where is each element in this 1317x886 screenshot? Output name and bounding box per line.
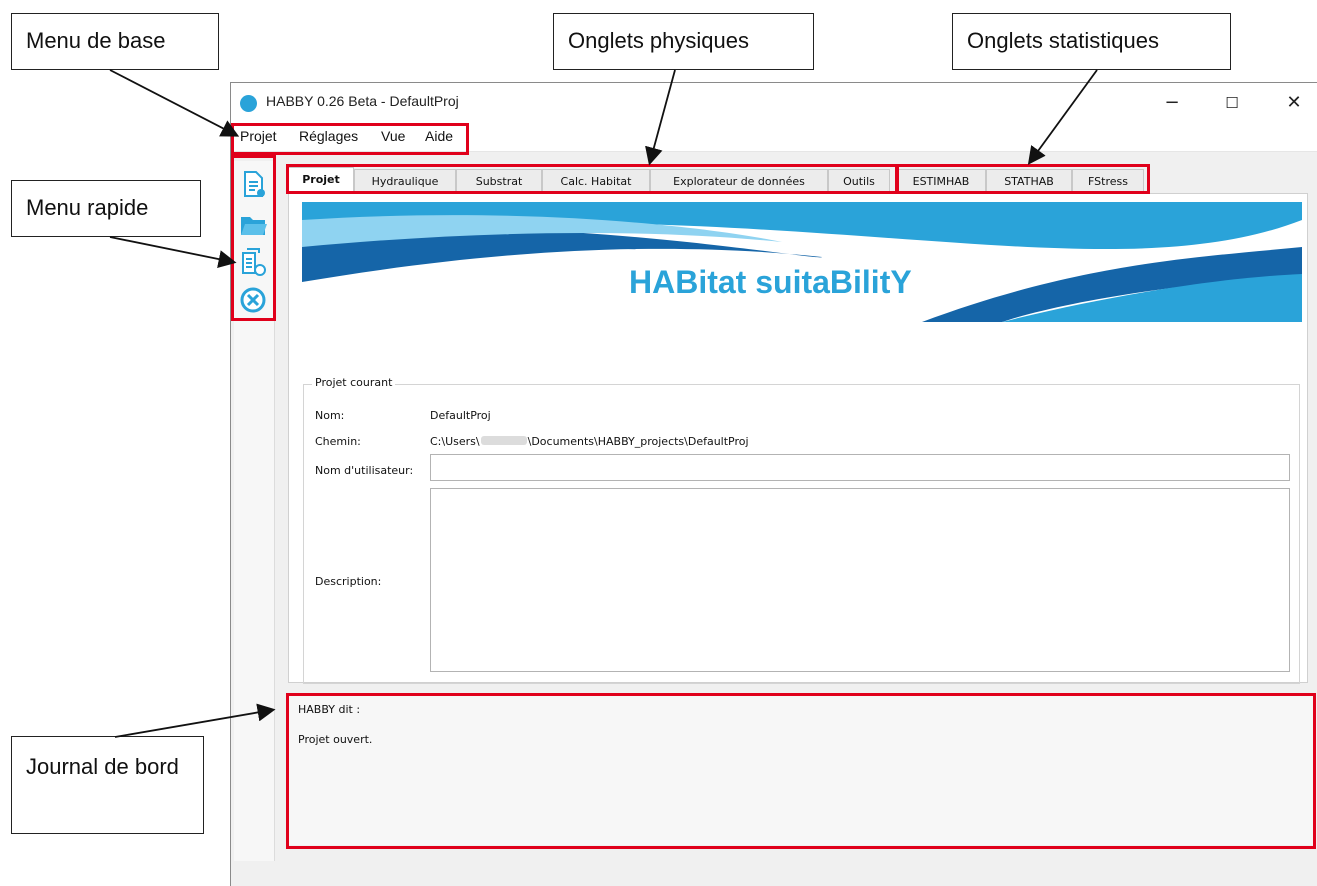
nom-utilisateur-input[interactable]	[430, 454, 1290, 481]
menu-bar: Projet Réglages Vue Aide	[231, 123, 1317, 152]
tab-projet[interactable]: Projet	[288, 167, 354, 193]
callout-journal-de-bord: Journal de bord	[11, 736, 204, 834]
callout-onglets-physiques: Onglets physiques	[553, 13, 814, 70]
chemin-value-end: \Documents\HABBY_projects\DefaultProj	[527, 435, 749, 448]
menu-reglages[interactable]: Réglages	[299, 128, 358, 144]
quick-menu	[234, 161, 275, 861]
tab-substrat[interactable]: Substrat	[456, 169, 542, 193]
nom-value: DefaultProj	[430, 409, 491, 422]
open-folder-icon[interactable]	[238, 209, 268, 239]
habby-logo-icon	[240, 95, 257, 112]
projet-courant-label: Projet courant	[312, 376, 396, 389]
tab-stathab[interactable]: STATHAB	[986, 169, 1072, 193]
arrow-menu-de-base	[109, 69, 240, 137]
chemin-label: Chemin:	[315, 435, 361, 448]
blurred-username	[480, 436, 527, 445]
menu-projet[interactable]: Projet	[240, 128, 277, 144]
projet-tab-panel: HABitat suitaBilitY Projet courant Nom: …	[288, 193, 1308, 684]
chemin-value-start: C:\Users\	[430, 435, 480, 448]
title-bar: HABBY 0.26 Beta - DefaultProj − ☐ ✕	[231, 83, 1317, 123]
projet-courant-group: Projet courant Nom: DefaultProj Chemin: …	[303, 376, 1300, 684]
callout-onglets-statistiques: Onglets statistiques	[952, 13, 1231, 70]
log-title: HABBY dit :	[298, 703, 361, 716]
tab-fstress[interactable]: FStress	[1072, 169, 1144, 193]
menu-aide[interactable]: Aide	[425, 128, 453, 144]
tab-outils[interactable]: Outils	[828, 169, 890, 193]
nom-label: Nom:	[315, 409, 345, 422]
maximize-button[interactable]: ☐	[1209, 88, 1255, 118]
journal-de-bord-panel: HABBY dit : Projet ouvert.	[288, 695, 1315, 845]
tab-hydraulique[interactable]: Hydraulique	[354, 169, 456, 193]
chemin-value: C:\Users\ \Documents\HABBY_projects\Defau…	[430, 435, 749, 448]
copy-project-icon[interactable]	[238, 247, 268, 277]
log-message: Projet ouvert.	[298, 733, 373, 746]
tab-explorateur-de-donnees[interactable]: Explorateur de données	[650, 169, 828, 193]
tab-calc-habitat[interactable]: Calc. Habitat	[542, 169, 650, 193]
minimize-button[interactable]: −	[1149, 88, 1195, 118]
tab-estimhab[interactable]: ESTIMHAB	[896, 169, 986, 193]
nom-utilisateur-label: Nom d'utilisateur:	[315, 464, 414, 477]
habitat-title: HABitat suitaBilitY	[629, 264, 912, 300]
description-label: Description:	[315, 575, 382, 588]
description-textarea[interactable]	[430, 488, 1290, 672]
callout-menu-rapide: Menu rapide	[11, 180, 201, 237]
close-window-button[interactable]: ✕	[1271, 88, 1317, 118]
callout-menu-de-base: Menu de base	[11, 13, 219, 70]
close-project-icon[interactable]	[238, 285, 268, 315]
arrow-menu-rapide	[109, 236, 237, 268]
habby-window: HABBY 0.26 Beta - DefaultProj − ☐ ✕ Proj…	[230, 82, 1317, 886]
habitat-banner	[302, 202, 1302, 322]
menu-vue[interactable]: Vue	[381, 128, 405, 144]
window-title: HABBY 0.26 Beta - DefaultProj	[266, 93, 459, 109]
new-project-icon[interactable]	[238, 169, 268, 199]
